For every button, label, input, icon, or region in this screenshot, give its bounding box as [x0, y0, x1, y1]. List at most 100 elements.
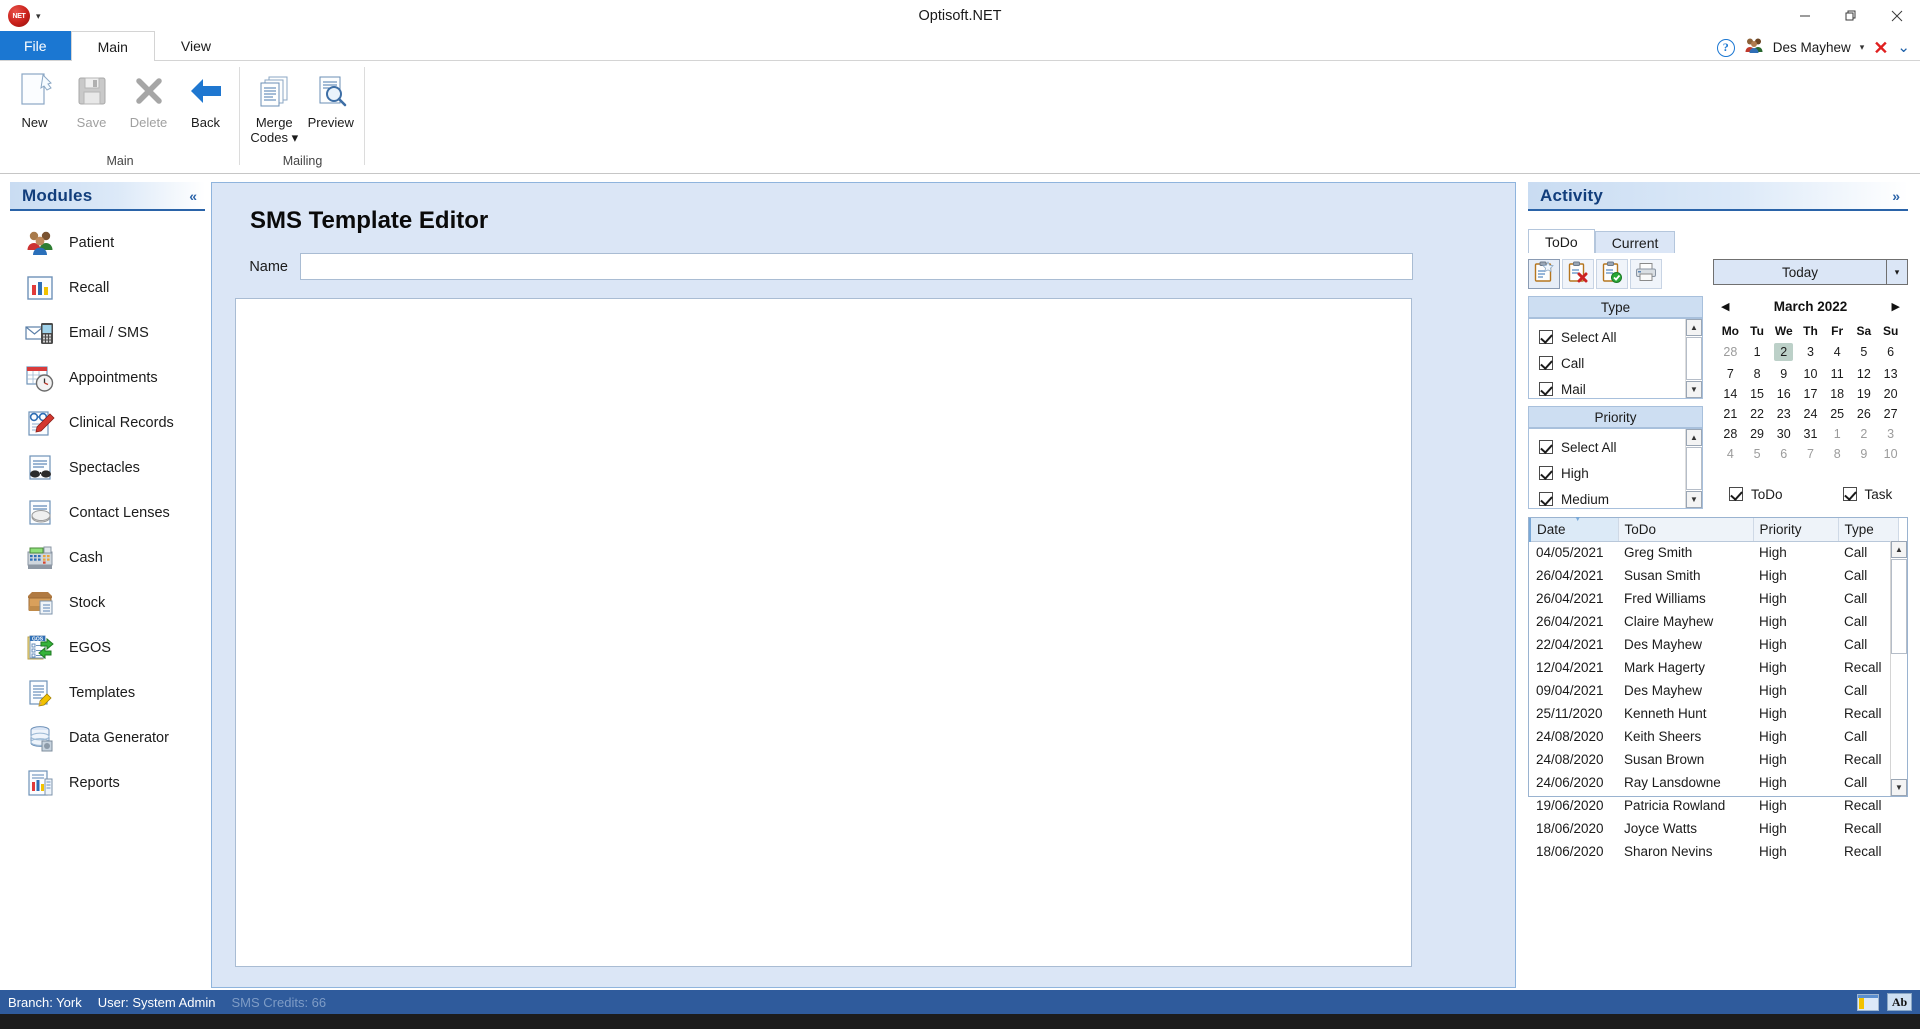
calendar-day[interactable]: 27	[1877, 404, 1904, 424]
tab-main[interactable]: Main	[70, 31, 155, 61]
calendar-day[interactable]: 28	[1717, 424, 1744, 444]
scroll-up-icon[interactable]: ▲	[1686, 319, 1702, 336]
calendar-day[interactable]: 7	[1797, 444, 1824, 464]
scroll-up-icon[interactable]: ▲	[1891, 541, 1907, 558]
calendar-day[interactable]: 22	[1744, 404, 1771, 424]
date-selector[interactable]: Today ▾	[1713, 259, 1908, 285]
sidebar-item-cash[interactable]: Cash	[10, 535, 205, 580]
sidebar-collapse-icon[interactable]: «	[189, 188, 197, 204]
table-row[interactable]: 26/04/2021 Claire Mayhew High Call	[1530, 610, 1898, 633]
preview-button[interactable]: Preview	[303, 68, 360, 132]
activity-expand-icon[interactable]: »	[1892, 188, 1900, 204]
print-button[interactable]	[1630, 259, 1662, 289]
table-row[interactable]: 24/08/2020 Keith Sheers High Call	[1530, 725, 1898, 748]
calendar-day[interactable]: 2	[1851, 424, 1878, 444]
checkbox-icon[interactable]	[1539, 492, 1553, 506]
calendar-day[interactable]: 13	[1877, 364, 1904, 384]
sidebar-item-stock[interactable]: Stock	[10, 580, 205, 625]
user-menu-caret-icon[interactable]: ▾	[1860, 42, 1865, 53]
calendar-day[interactable]: 10	[1797, 364, 1824, 384]
calendar-day[interactable]: 23	[1770, 404, 1797, 424]
priority-option-medium[interactable]: Medium	[1539, 486, 1685, 508]
sidebar-item-reports[interactable]: Reports	[10, 760, 205, 805]
checkbox-icon[interactable]	[1539, 440, 1553, 454]
sidebar-item-templates[interactable]: Templates	[10, 670, 205, 715]
table-row[interactable]: 04/05/2021 Greg Smith High Call	[1530, 541, 1898, 564]
minimize-icon[interactable]	[1782, 0, 1828, 32]
calendar-next-icon[interactable]: ▶	[1892, 300, 1900, 313]
type-option-call[interactable]: Call	[1539, 350, 1685, 376]
chevron-down-icon[interactable]: ▾	[1887, 259, 1908, 285]
sidebar-item-appointments[interactable]: Appointments	[10, 355, 205, 400]
new-button[interactable]: New	[6, 68, 63, 132]
table-row[interactable]: 22/04/2021 Des Mayhew High Call	[1530, 633, 1898, 656]
sidebar-item-spectacles[interactable]: Spectacles	[10, 445, 205, 490]
calendar-day[interactable]: 18	[1824, 384, 1851, 404]
close-icon[interactable]	[1874, 0, 1920, 32]
quick-access-toolbar[interactable]: NET ▾	[0, 5, 41, 27]
type-filter-scrollbar[interactable]: ▲ ▼	[1685, 319, 1702, 398]
scroll-up-icon[interactable]: ▲	[1686, 429, 1702, 446]
tab-current[interactable]: Current	[1594, 231, 1676, 253]
calendar-day[interactable]: 24	[1797, 404, 1824, 424]
checkbox-icon[interactable]	[1539, 356, 1553, 370]
calendar-day[interactable]: 1	[1824, 424, 1851, 444]
merge-codes-button[interactable]: Merge Codes ▾	[246, 68, 303, 147]
calendar-day[interactable]: 31	[1797, 424, 1824, 444]
calendar-day[interactable]: 20	[1877, 384, 1904, 404]
column-header-date[interactable]: Date	[1529, 516, 1619, 542]
scroll-down-icon[interactable]: ▼	[1686, 381, 1702, 398]
help-icon[interactable]: ?	[1716, 38, 1735, 57]
table-row[interactable]: 24/06/2020 Ray Lansdowne High Call	[1530, 771, 1898, 794]
today-label[interactable]: Today	[1713, 259, 1887, 285]
scroll-down-icon[interactable]: ▼	[1891, 779, 1907, 796]
calendar-day[interactable]: 8	[1744, 364, 1771, 384]
calendar-day[interactable]: 3	[1797, 340, 1824, 364]
grid-scrollbar[interactable]: ▲ ▼	[1890, 541, 1907, 796]
calendar-day[interactable]: 9	[1770, 364, 1797, 384]
template-body-editor[interactable]	[235, 298, 1412, 967]
column-header-todo[interactable]: ToDo	[1618, 518, 1754, 542]
sidebar-item-email-sms[interactable]: Email / SMS	[10, 310, 205, 355]
column-header-type[interactable]: Type	[1838, 518, 1899, 542]
chevron-down-icon[interactable]: ▾	[36, 11, 41, 22]
table-row[interactable]: 26/04/2021 Fred Williams High Call	[1530, 587, 1898, 610]
calendar-day[interactable]: 6	[1877, 340, 1904, 364]
calendar-day[interactable]: 15	[1744, 384, 1771, 404]
type-option-mail[interactable]: Mail	[1539, 376, 1685, 398]
delete-todo-button[interactable]	[1562, 259, 1594, 289]
table-row[interactable]: 12/04/2021 Mark Hagerty High Recall	[1530, 656, 1898, 679]
table-row[interactable]: 18/06/2020 Sharon Nevins High Recall	[1530, 840, 1898, 863]
net-logo-icon[interactable]: NET	[8, 5, 30, 27]
name-input[interactable]	[300, 253, 1413, 280]
calendar-day[interactable]: 26	[1851, 404, 1878, 424]
calendar-day-today[interactable]: 2	[1770, 340, 1797, 364]
scroll-down-icon[interactable]: ▼	[1686, 491, 1702, 508]
calendar-day[interactable]: 11	[1824, 364, 1851, 384]
checkbox-icon[interactable]	[1539, 330, 1553, 344]
logout-close-icon[interactable]: ✕	[1873, 39, 1888, 57]
calendar-day[interactable]: 12	[1851, 364, 1878, 384]
priority-option-select-all[interactable]: Select All	[1539, 434, 1685, 460]
calendar-day[interactable]: 21	[1717, 404, 1744, 424]
calendar-day[interactable]: 8	[1824, 444, 1851, 464]
complete-todo-button[interactable]	[1596, 259, 1628, 289]
sidebar-item-contact-lenses[interactable]: Contact Lenses	[10, 490, 205, 535]
tab-view[interactable]: View	[155, 31, 237, 60]
calendar-day[interactable]: 1	[1744, 340, 1771, 364]
delete-button[interactable]: Delete	[120, 68, 177, 132]
calendar-day[interactable]: 9	[1851, 444, 1878, 464]
calendar-day[interactable]: 19	[1851, 384, 1878, 404]
priority-filter-scrollbar[interactable]: ▲ ▼	[1685, 429, 1702, 508]
ribbon-collapse-icon[interactable]: ⌄	[1897, 40, 1910, 55]
user-name-label[interactable]: Des Mayhew	[1773, 40, 1851, 55]
calendar-day[interactable]: 16	[1770, 384, 1797, 404]
calendar-day[interactable]: 29	[1744, 424, 1771, 444]
sidebar-item-clinical-records[interactable]: Clinical Records	[10, 400, 205, 445]
tab-file[interactable]: File	[0, 31, 71, 60]
table-row[interactable]: 26/04/2021 Susan Smith High Call	[1530, 564, 1898, 587]
ab-icon[interactable]: Ab	[1887, 993, 1912, 1011]
calendar-prev-icon[interactable]: ◀	[1721, 300, 1729, 313]
window-icon[interactable]	[1857, 993, 1879, 1011]
calendar-day[interactable]: 30	[1770, 424, 1797, 444]
